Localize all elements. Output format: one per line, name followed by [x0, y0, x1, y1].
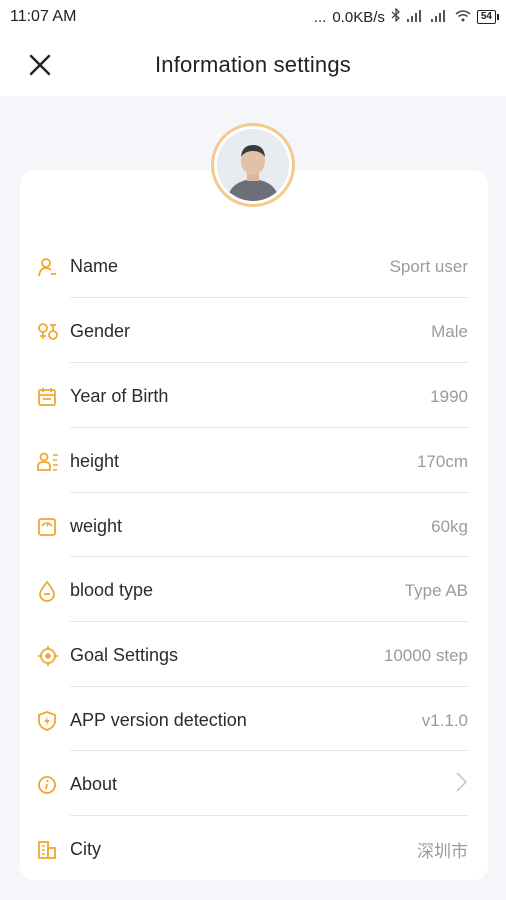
- row-name[interactable]: Name Sport user: [36, 234, 468, 299]
- network-speed: 0.0KB/s: [332, 8, 385, 26]
- row-gender-value: Male: [431, 321, 468, 341]
- status-ampm: AM: [52, 8, 77, 25]
- user-avatar-icon: [217, 129, 289, 201]
- page-title: Information settings: [155, 52, 351, 77]
- info-icon: [36, 772, 62, 798]
- divider: [70, 492, 468, 493]
- chevron-right-icon: [454, 771, 468, 798]
- row-name-label: Name: [70, 256, 119, 276]
- row-city-label: City: [70, 839, 101, 859]
- height-icon: [36, 449, 62, 475]
- row-goal-settings[interactable]: Goal Settings 10000 step: [36, 623, 468, 688]
- divider: [70, 556, 468, 557]
- wifi-icon: [455, 9, 471, 26]
- divider: [70, 621, 468, 622]
- building-icon: [36, 837, 62, 863]
- calendar-icon: [36, 384, 62, 410]
- person-icon: [36, 254, 62, 280]
- row-version-label: APP version detection: [70, 710, 247, 730]
- row-weight-value: 60kg: [431, 516, 468, 536]
- row-blood-type[interactable]: blood type Type AB: [36, 558, 468, 623]
- gender-icon: [36, 319, 62, 345]
- row-year-label: Year of Birth: [70, 386, 169, 406]
- battery-icon: 54: [476, 10, 500, 24]
- row-year-value: 1990: [430, 386, 468, 406]
- status-time-group: 11:07 AM: [10, 8, 76, 26]
- shield-icon: [36, 708, 62, 734]
- row-gender[interactable]: Gender Male: [36, 299, 468, 364]
- row-year-of-birth[interactable]: Year of Birth 1990: [36, 364, 468, 429]
- divider: [70, 362, 468, 363]
- status-bar: 11:07 AM ... 0.0KB/s 54: [0, 0, 506, 34]
- row-weight[interactable]: weight 60kg: [36, 494, 468, 559]
- close-icon: [29, 54, 51, 76]
- avatar[interactable]: [211, 123, 295, 207]
- row-about-label: About: [70, 774, 118, 794]
- close-button[interactable]: [26, 51, 54, 79]
- row-gender-label: Gender: [70, 321, 131, 341]
- blood-drop-icon: [36, 578, 62, 604]
- row-height-label: height: [70, 451, 120, 471]
- row-weight-label: weight: [70, 516, 123, 536]
- row-city[interactable]: City 深圳市: [36, 817, 468, 882]
- scale-icon: [36, 514, 62, 540]
- divider: [70, 815, 468, 816]
- row-name-value: Sport user: [389, 256, 468, 276]
- signal-icon-2: [430, 9, 449, 26]
- divider: [70, 297, 468, 298]
- header: Information settings: [0, 34, 506, 96]
- status-indicators: ... 0.0KB/s 54: [313, 7, 500, 26]
- row-blood-label: blood type: [70, 580, 154, 600]
- row-height[interactable]: height 170cm: [36, 429, 468, 494]
- notification-dots: ...: [313, 8, 327, 26]
- signal-icon: [406, 9, 425, 26]
- target-icon: [36, 643, 62, 669]
- row-app-version[interactable]: APP version detection v1.1.0: [36, 688, 468, 753]
- row-goal-value: 10000 step: [383, 645, 468, 665]
- divider: [70, 427, 468, 428]
- bluetooth-icon: [391, 7, 401, 26]
- row-height-value: 170cm: [416, 451, 468, 471]
- row-blood-value: Type AB: [404, 580, 468, 600]
- divider: [70, 686, 468, 687]
- row-about[interactable]: About: [36, 752, 468, 817]
- row-version-value: v1.1.0: [421, 710, 468, 730]
- row-goal-label: Goal Settings: [70, 645, 179, 665]
- status-time: 11:07: [10, 8, 49, 25]
- divider: [70, 750, 468, 751]
- row-city-value: 深圳市: [417, 842, 468, 861]
